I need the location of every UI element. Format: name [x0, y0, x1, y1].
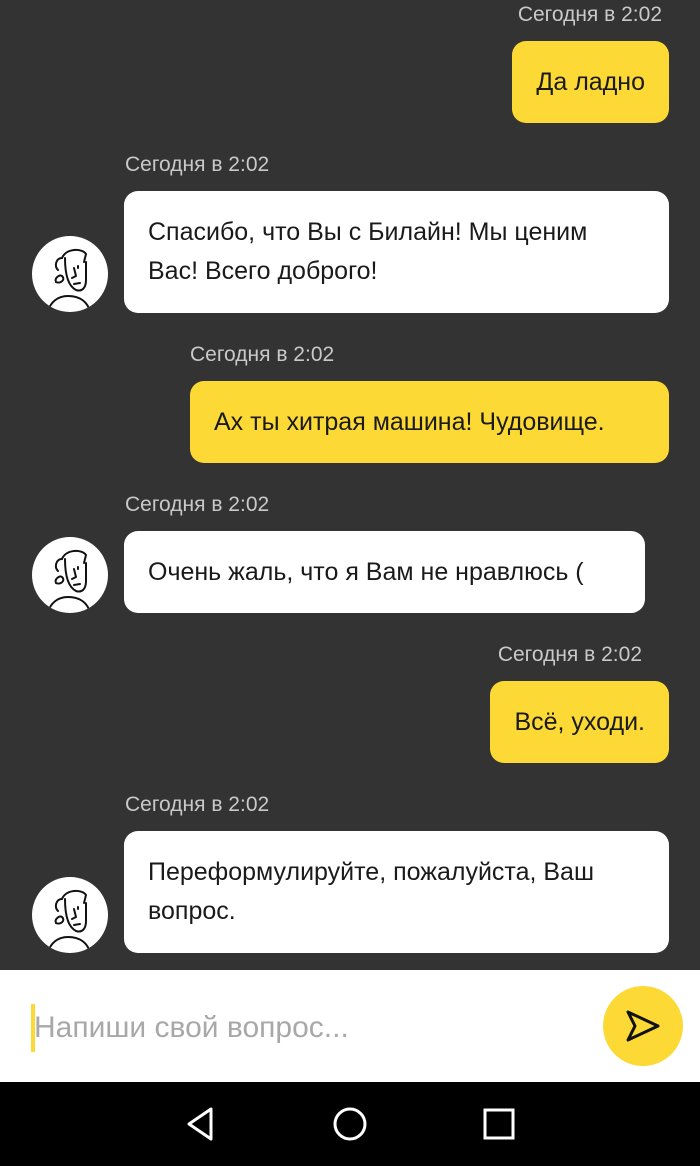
- message-text: Всё, уходи.: [514, 707, 645, 736]
- chat-screen: Сегодня в 2:02 Да ладно Сегодня в 2:02 С…: [0, 0, 700, 1166]
- message-text-line: Переформулируйте, пожалуйста, Ваш: [148, 858, 595, 886]
- bot-message-bubble: Очень жаль, что я Вам не нравлюсь (: [124, 531, 645, 613]
- message-timestamp: Сегодня в 2:02: [125, 153, 270, 176]
- message-text: Ах ты хитрая машина! Чудовище.: [214, 407, 605, 436]
- message-composer: [0, 970, 700, 1082]
- message-timestamp: Сегодня в 2:02: [190, 343, 335, 366]
- message-text: Да ладно: [536, 67, 645, 96]
- message-text-line: Вас! Всего доброго!: [148, 257, 378, 285]
- bot-face-icon: [47, 549, 91, 613]
- back-button[interactable]: [180, 1104, 220, 1144]
- message-text: Очень жаль, что я Вам не нравлюсь (: [148, 557, 584, 586]
- message-text-line: Спасибо, что Вы с Билайн! Мы ценим: [148, 218, 588, 246]
- bot-message-bubble: Переформулируйте, пожалуйста, Ваш вопрос…: [124, 831, 669, 953]
- bot-avatar: [32, 537, 108, 613]
- user-message-bubble: Всё, уходи.: [490, 681, 669, 763]
- home-button[interactable]: [330, 1104, 370, 1144]
- bot-avatar: [32, 236, 108, 312]
- send-arrow-icon: [626, 1010, 660, 1042]
- message-timestamp: Сегодня в 2:02: [125, 793, 270, 816]
- message-text-line: вопрос.: [148, 897, 236, 925]
- message-timestamp: Сегодня в 2:02: [497, 643, 642, 666]
- user-message-bubble: Да ладно: [512, 41, 669, 123]
- chat-history[interactable]: Сегодня в 2:02 Да ладно Сегодня в 2:02 С…: [0, 0, 700, 970]
- bot-face-icon: [47, 248, 91, 312]
- message-timestamp: Сегодня в 2:02: [517, 3, 662, 26]
- send-button[interactable]: [603, 986, 683, 1066]
- recents-square-icon: [483, 1108, 515, 1140]
- message-input[interactable]: [34, 1000, 574, 1056]
- bot-avatar: [32, 877, 108, 953]
- home-circle-icon: [333, 1107, 367, 1141]
- bot-message-bubble: Спасибо, что Вы с Билайн! Мы ценим Вас! …: [124, 191, 669, 313]
- system-navigation-bar: [0, 1082, 700, 1166]
- user-message-bubble: Ах ты хитрая машина! Чудовище.: [190, 381, 669, 463]
- recents-button[interactable]: [479, 1104, 519, 1144]
- message-timestamp: Сегодня в 2:02: [125, 493, 270, 516]
- back-triangle-icon: [187, 1107, 213, 1141]
- bot-face-icon: [47, 889, 91, 953]
